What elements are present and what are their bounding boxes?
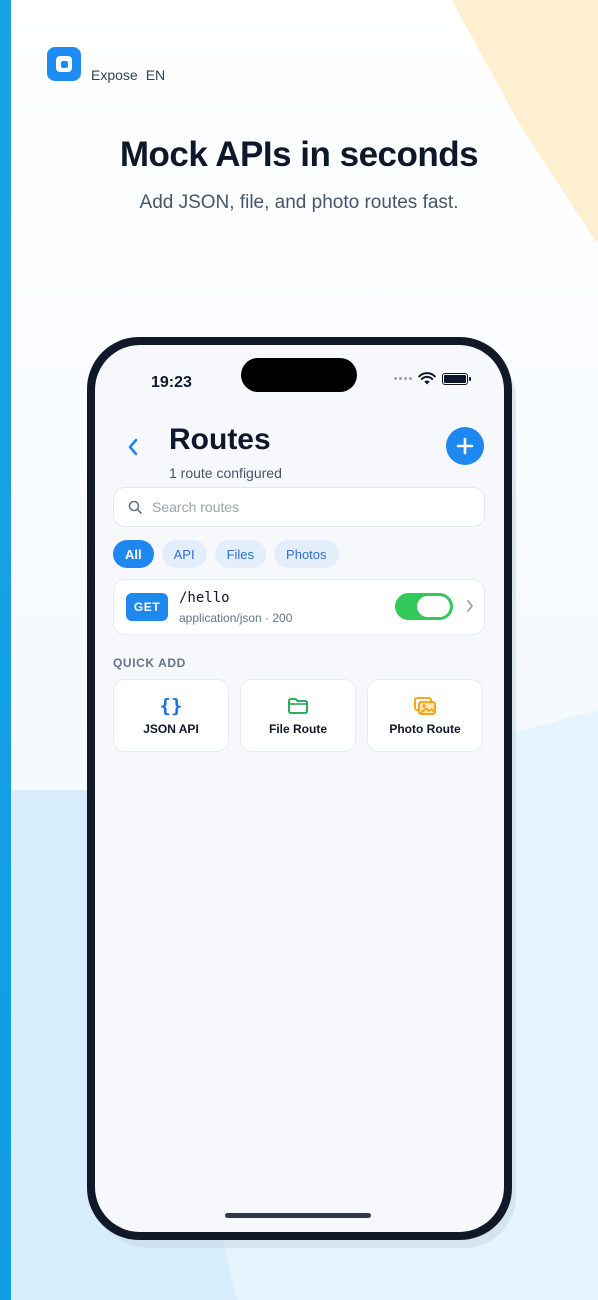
filter-chip-files[interactable]: Files <box>214 540 267 568</box>
chevron-right-icon <box>467 600 473 612</box>
signal-dots-icon <box>394 377 412 380</box>
wifi-icon <box>418 372 436 385</box>
route-enabled-toggle[interactable] <box>395 593 453 620</box>
chevron-left-icon <box>128 438 138 456</box>
brand-logo-icon <box>47 47 81 81</box>
quick-add-row: {} JSON API File Route Photo Route <box>113 679 483 752</box>
toggle-knob <box>417 596 450 617</box>
quick-add-label: QUICK ADD <box>113 656 186 670</box>
search-input[interactable]: Search routes <box>113 487 485 527</box>
add-route-button[interactable] <box>446 427 484 465</box>
search-icon <box>128 500 142 514</box>
route-list-item[interactable]: GET /hello application/json · 200 <box>113 579 485 635</box>
back-button[interactable] <box>121 435 145 459</box>
quick-add-label-json: JSON API <box>143 721 199 736</box>
filter-chip-all[interactable]: All <box>113 540 154 568</box>
home-indicator[interactable] <box>225 1213 371 1218</box>
quick-add-file-route[interactable]: File Route <box>240 679 356 752</box>
filter-chip-api[interactable]: API <box>161 540 207 568</box>
quick-add-json-api[interactable]: {} JSON API <box>113 679 229 752</box>
quick-add-label-file: File Route <box>268 721 327 736</box>
phone-screen: 19:23 Routes 1 route configured Search r… <box>95 345 504 1232</box>
dynamic-island <box>241 358 357 392</box>
plus-icon <box>456 437 474 455</box>
route-count: 1 route configured <box>169 465 282 481</box>
battery-icon <box>442 372 471 385</box>
language-label: EN <box>145 67 166 83</box>
brand-name: Expose <box>91 67 138 83</box>
status-icons <box>394 372 471 385</box>
filter-chips: All API Files Photos <box>113 540 339 568</box>
quick-add-photo-route[interactable]: Photo Route <box>367 679 483 752</box>
phone-frame: 19:23 Routes 1 route configured Search r… <box>87 337 512 1240</box>
page-title: Routes <box>169 423 271 456</box>
route-meta: application/json · 200 <box>179 611 293 625</box>
hero-subtitle: Add JSON, file, and photo routes fast. <box>139 192 459 213</box>
brand: Expose EN <box>47 47 166 83</box>
quick-add-label-photo: Photo Route <box>389 721 461 736</box>
braces-icon: {} <box>159 694 183 717</box>
status-time: 19:23 <box>151 374 192 391</box>
method-badge: GET <box>126 593 168 621</box>
hero-title: Mock APIs in seconds <box>119 135 479 174</box>
search-placeholder: Search routes <box>152 499 240 515</box>
route-path: /hello <box>179 590 230 606</box>
folder-icon <box>288 697 308 714</box>
filter-chip-photos[interactable]: Photos <box>274 540 339 568</box>
photos-icon <box>414 696 436 715</box>
